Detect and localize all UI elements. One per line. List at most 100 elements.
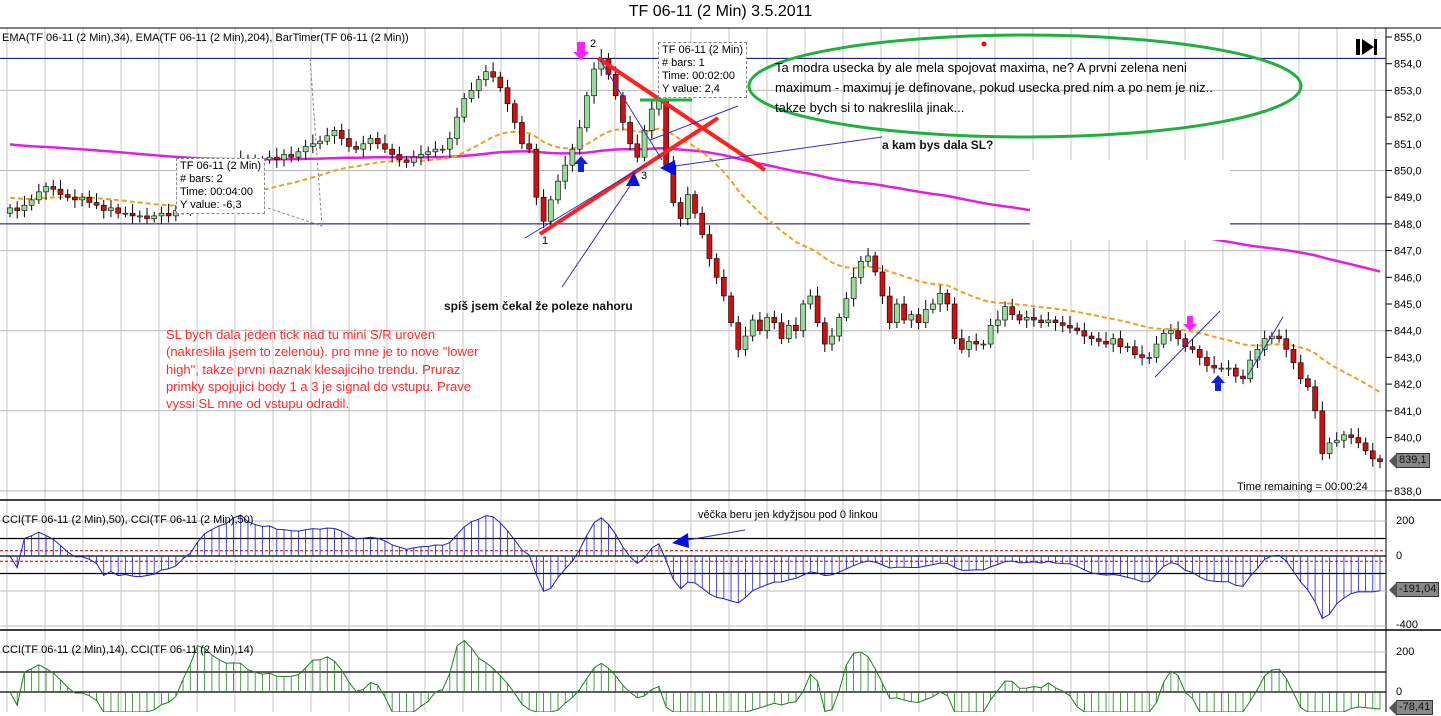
candle <box>569 148 576 166</box>
candle <box>136 215 143 218</box>
candle <box>519 122 525 145</box>
candle <box>843 298 850 318</box>
candle <box>576 127 583 150</box>
candle <box>1132 346 1138 356</box>
cci50-tick: 0 <box>1396 550 1403 562</box>
candle <box>677 202 684 219</box>
y-tick-label: 844,0 <box>1394 326 1422 338</box>
point-label-1: 1 <box>542 235 549 247</box>
measure-line <box>267 207 323 227</box>
candle <box>72 196 78 201</box>
candle <box>1377 458 1383 462</box>
red-note: SL bych dala jeden tick nad tu mini S/R … <box>166 327 479 412</box>
tooltip-time: Time: 00:04:00 <box>180 186 253 198</box>
candle <box>793 325 799 331</box>
candle <box>36 191 42 201</box>
candle <box>454 116 460 139</box>
point-label-2: 2 <box>590 38 597 50</box>
candle <box>483 71 489 81</box>
candle <box>1067 325 1073 329</box>
y-tick-label: 838,0 <box>1394 486 1422 498</box>
candle <box>511 103 518 123</box>
candle <box>425 151 432 155</box>
candle <box>1232 367 1239 377</box>
candle <box>1088 335 1095 340</box>
candle <box>346 138 352 147</box>
candle <box>1283 338 1290 350</box>
candle <box>800 303 806 332</box>
erased-region <box>1030 160 1230 240</box>
y-tick-label: 853,0 <box>1394 85 1422 97</box>
candle <box>79 196 85 201</box>
candle <box>165 212 172 217</box>
candle <box>894 303 900 323</box>
candle <box>1146 357 1153 359</box>
sl-question-note: a kam bys dala SL? <box>882 138 994 152</box>
candle <box>713 258 720 278</box>
candle <box>1052 319 1059 323</box>
candle <box>1312 386 1318 412</box>
candle <box>432 148 439 153</box>
candle <box>324 135 331 142</box>
candle <box>1341 434 1347 441</box>
candle <box>7 207 13 214</box>
candle <box>158 212 165 217</box>
candle <box>591 68 597 97</box>
candle <box>490 71 496 78</box>
candle <box>1081 330 1088 337</box>
candle <box>317 140 323 145</box>
candle <box>995 319 1001 326</box>
candle <box>966 341 972 350</box>
last-price-tag: 839,1 <box>1389 453 1430 469</box>
candle <box>1153 343 1160 358</box>
cci14-tick: 200 <box>1396 646 1415 658</box>
candle <box>814 295 821 323</box>
candle <box>1045 319 1052 323</box>
candle <box>648 108 655 131</box>
y-tick-label: 841,0 <box>1394 406 1422 418</box>
candle <box>829 335 835 345</box>
y-tick-label: 846,0 <box>1394 272 1422 284</box>
candle <box>1297 362 1304 380</box>
candle <box>497 76 504 89</box>
candle <box>1362 442 1369 452</box>
measure-tooltip: TF 06-11 (2 Min) # bars: 2 Time: 00:04:0… <box>176 158 266 214</box>
candle <box>1225 367 1232 370</box>
cci50-value-tag: -191,04 <box>1388 582 1440 598</box>
candle <box>699 212 706 235</box>
candle <box>475 79 482 91</box>
candle <box>850 276 857 299</box>
candle <box>151 215 158 219</box>
y-tick-label: 840,0 <box>1394 433 1422 445</box>
candle <box>807 295 814 305</box>
candle <box>1348 434 1354 438</box>
candle <box>21 204 28 211</box>
candle <box>1016 314 1023 321</box>
bar-timer-end-icon <box>1356 39 1360 55</box>
tooltip-instrument: TF 06-11 (2 Min) <box>662 44 744 56</box>
candle <box>338 130 345 139</box>
candle <box>785 325 792 340</box>
y-tick-label: 854,0 <box>1394 59 1422 71</box>
tooltip-bars: # bars: 1 <box>662 57 705 69</box>
candle <box>1059 322 1066 326</box>
candle <box>310 143 316 147</box>
candle <box>1031 317 1037 321</box>
annotation-dot <box>981 41 987 47</box>
candle <box>735 322 742 350</box>
candle <box>1002 306 1008 321</box>
candle <box>468 90 475 99</box>
price-panel-label: EMA(TF 06-11 (2 Min),34), EMA(TF 06-11 (… <box>2 32 409 44</box>
candle <box>57 188 64 195</box>
y-tick-label: 855,0 <box>1394 32 1422 44</box>
candle <box>1240 375 1246 380</box>
candle <box>692 194 698 214</box>
candle <box>374 138 381 145</box>
candle <box>447 138 453 150</box>
candle <box>439 148 446 151</box>
candle <box>937 293 943 305</box>
y-tick-label: 851,0 <box>1394 139 1422 151</box>
candle <box>547 199 554 222</box>
candle <box>728 295 734 323</box>
arrow-down-icon <box>573 42 589 60</box>
